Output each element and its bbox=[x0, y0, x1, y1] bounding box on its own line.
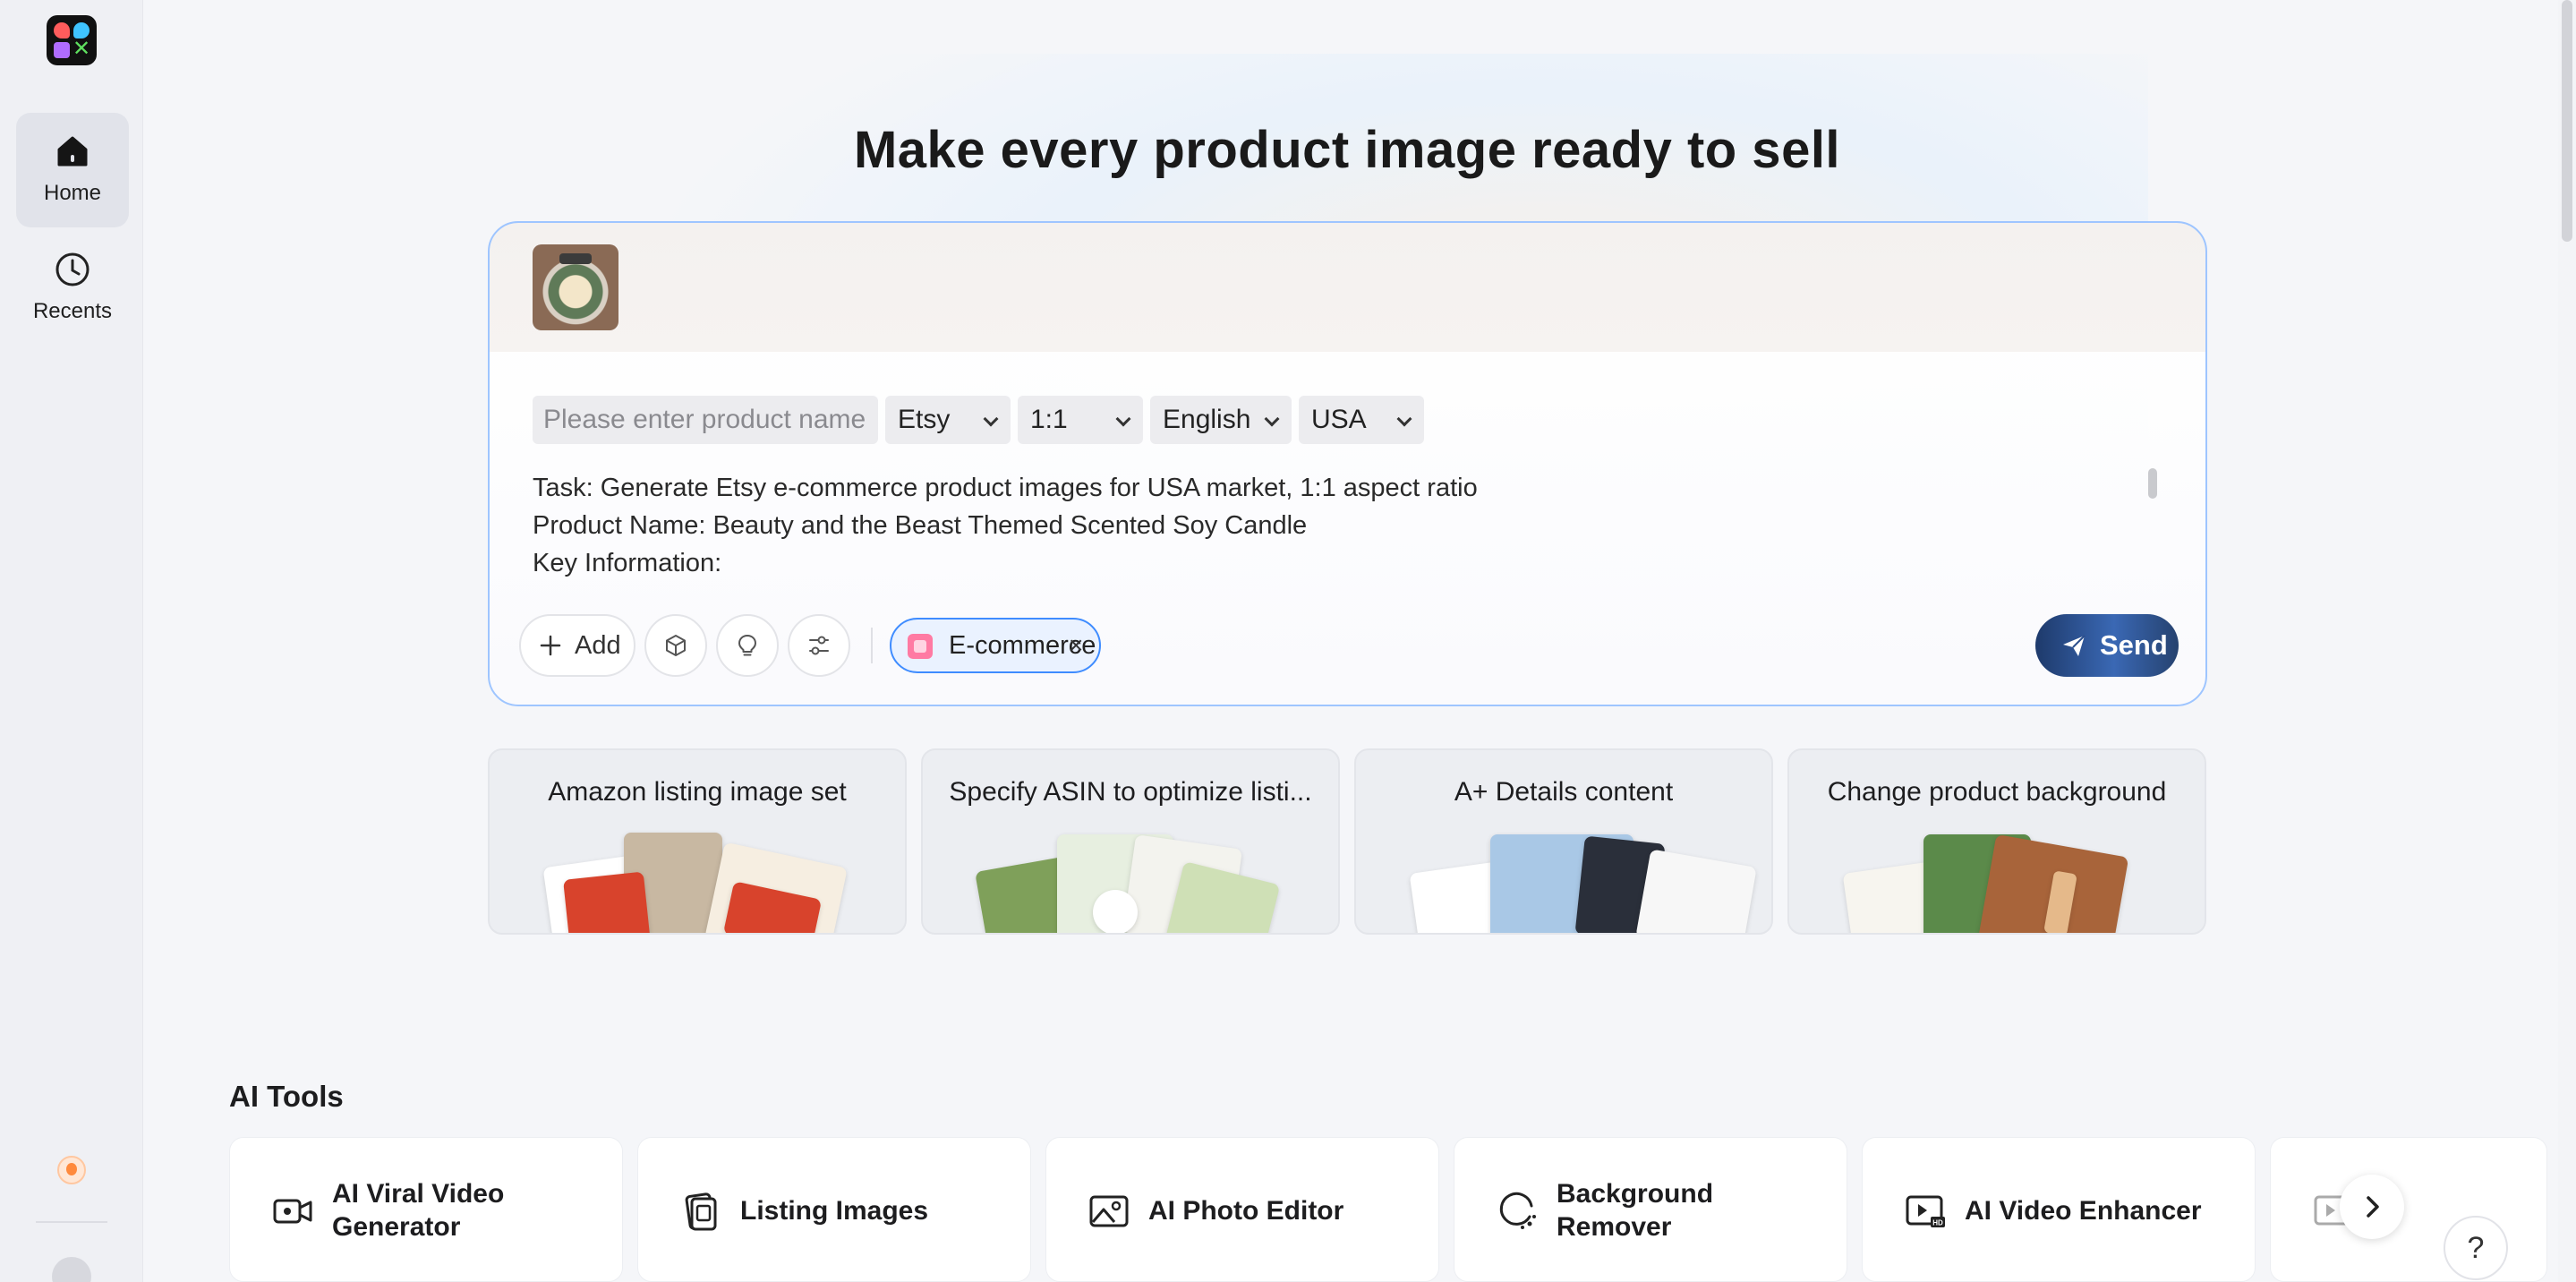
tool-label: AI Video Enhancer bbox=[1965, 1195, 2202, 1226]
aspect-ratio-select[interactable]: 1:1 bbox=[1018, 396, 1143, 444]
listing-images-icon bbox=[685, 1192, 717, 1231]
user-avatar[interactable] bbox=[52, 1257, 91, 1282]
suggestion-preview-image bbox=[1789, 833, 2205, 933]
language-value: English bbox=[1163, 405, 1251, 434]
suggestion-card-amazon-listing[interactable]: Amazon listing image set bbox=[488, 748, 907, 935]
settings-button[interactable] bbox=[788, 614, 850, 677]
tool-card-ai-viral-video-generator[interactable]: AI Viral Video Generator bbox=[229, 1137, 623, 1282]
sidebar: ✕ Home Recents bbox=[0, 0, 143, 1282]
chevron-right-icon bbox=[2367, 1196, 2379, 1218]
app-logo[interactable]: ✕ bbox=[47, 15, 97, 65]
product-thumbnail[interactable] bbox=[533, 244, 618, 330]
platform-select[interactable]: Etsy bbox=[885, 396, 1011, 444]
help-button[interactable]: ? bbox=[2444, 1216, 2508, 1280]
add-button[interactable]: Add bbox=[519, 614, 635, 677]
tools-next-button[interactable] bbox=[2340, 1175, 2404, 1239]
suggestion-card-change-background[interactable]: Change product background bbox=[1787, 748, 2206, 935]
prompt-textarea[interactable]: Task: Generate Etsy e-commerce product i… bbox=[533, 469, 2144, 582]
hd-video-icon: HD bbox=[1906, 1195, 1945, 1227]
sidebar-item-label: Home bbox=[43, 181, 102, 205]
send-button[interactable]: Send bbox=[2035, 614, 2179, 677]
market-select[interactable]: USA bbox=[1299, 396, 1424, 444]
suggestion-card-asin-optimize[interactable]: Specify ASIN to optimize listi... bbox=[921, 748, 1340, 935]
tool-label: Listing Images bbox=[740, 1195, 929, 1226]
suggestion-preview-image bbox=[1356, 834, 1771, 933]
sidebar-divider bbox=[36, 1221, 107, 1223]
suggestion-preview-image bbox=[490, 833, 905, 933]
sidebar-item-label: Recents bbox=[32, 299, 113, 323]
product-3d-button[interactable] bbox=[644, 614, 707, 677]
prompt-line: Key Information: bbox=[533, 549, 722, 577]
market-value: USA bbox=[1311, 405, 1367, 434]
suggestion-title: Amazon listing image set bbox=[548, 777, 847, 807]
prompt-line: Product Name: Beauty and the Beast Theme… bbox=[533, 511, 1308, 540]
page-scrollbar[interactable] bbox=[2558, 0, 2576, 1282]
suggestion-title: A+ Details content bbox=[1454, 777, 1674, 807]
tool-card-partial[interactable] bbox=[2270, 1137, 2547, 1282]
ecommerce-mode-chip[interactable]: E-commerce × bbox=[890, 618, 1101, 673]
tool-card-background-remover[interactable]: Background Remover bbox=[1454, 1137, 1847, 1282]
suggestion-preview-image bbox=[923, 834, 1338, 933]
chevron-down-icon bbox=[1115, 411, 1131, 427]
add-button-label: Add bbox=[575, 631, 621, 660]
sidebar-item-recents[interactable]: Recents bbox=[16, 231, 129, 346]
suggestion-title: Specify ASIN to optimize listi... bbox=[949, 777, 1312, 807]
chevron-down-icon bbox=[1396, 411, 1412, 427]
idea-button[interactable] bbox=[716, 614, 779, 677]
chip-close-icon[interactable]: × bbox=[1069, 620, 1083, 671]
sliders-icon bbox=[809, 636, 829, 655]
product-name-input[interactable] bbox=[533, 396, 878, 444]
plus-icon bbox=[540, 635, 561, 656]
aspect-ratio-value: 1:1 bbox=[1030, 405, 1068, 434]
chevron-down-icon bbox=[1264, 411, 1280, 427]
tool-label: AI Photo Editor bbox=[1148, 1195, 1344, 1226]
prompt-composer: Etsy 1:1 English USA Task: Generate Etsy… bbox=[488, 221, 2207, 706]
suggestion-card-aplus-content[interactable]: A+ Details content bbox=[1354, 748, 1773, 935]
clock-icon bbox=[55, 252, 90, 286]
ecommerce-icon bbox=[908, 634, 933, 659]
svg-text:HD: HD bbox=[1932, 1219, 1943, 1227]
tool-card-listing-images[interactable]: Listing Images bbox=[637, 1137, 1031, 1282]
tool-card-ai-photo-editor[interactable]: AI Photo Editor bbox=[1045, 1137, 1439, 1282]
prompt-scrollbar[interactable] bbox=[2148, 468, 2157, 499]
cube-icon bbox=[666, 635, 686, 656]
photo-icon bbox=[1089, 1195, 1129, 1227]
toolbar-divider bbox=[871, 628, 873, 663]
paper-plane-icon bbox=[2063, 635, 2086, 656]
chevron-down-icon bbox=[983, 411, 999, 427]
prompt-line: Task: Generate Etsy e-commerce product i… bbox=[533, 474, 1478, 502]
lightbulb-icon bbox=[738, 635, 756, 656]
video-camera-icon bbox=[273, 1199, 312, 1224]
language-select[interactable]: English bbox=[1150, 396, 1292, 444]
suggestion-title: Change product background bbox=[1827, 777, 2167, 807]
credits-icon[interactable] bbox=[57, 1156, 86, 1184]
page-title: Make every product image ready to sell bbox=[853, 121, 1841, 179]
platform-value: Etsy bbox=[898, 405, 951, 434]
background-remover-icon bbox=[1499, 1192, 1536, 1229]
send-button-label: Send bbox=[2100, 629, 2168, 661]
tool-label: AI Viral Video Generator bbox=[332, 1179, 505, 1242]
ai-tools-heading: AI Tools bbox=[229, 1080, 344, 1113]
tool-label: Background Remover bbox=[1557, 1179, 1714, 1242]
tool-card-ai-video-enhancer[interactable]: HD AI Video Enhancer bbox=[1862, 1137, 2256, 1282]
